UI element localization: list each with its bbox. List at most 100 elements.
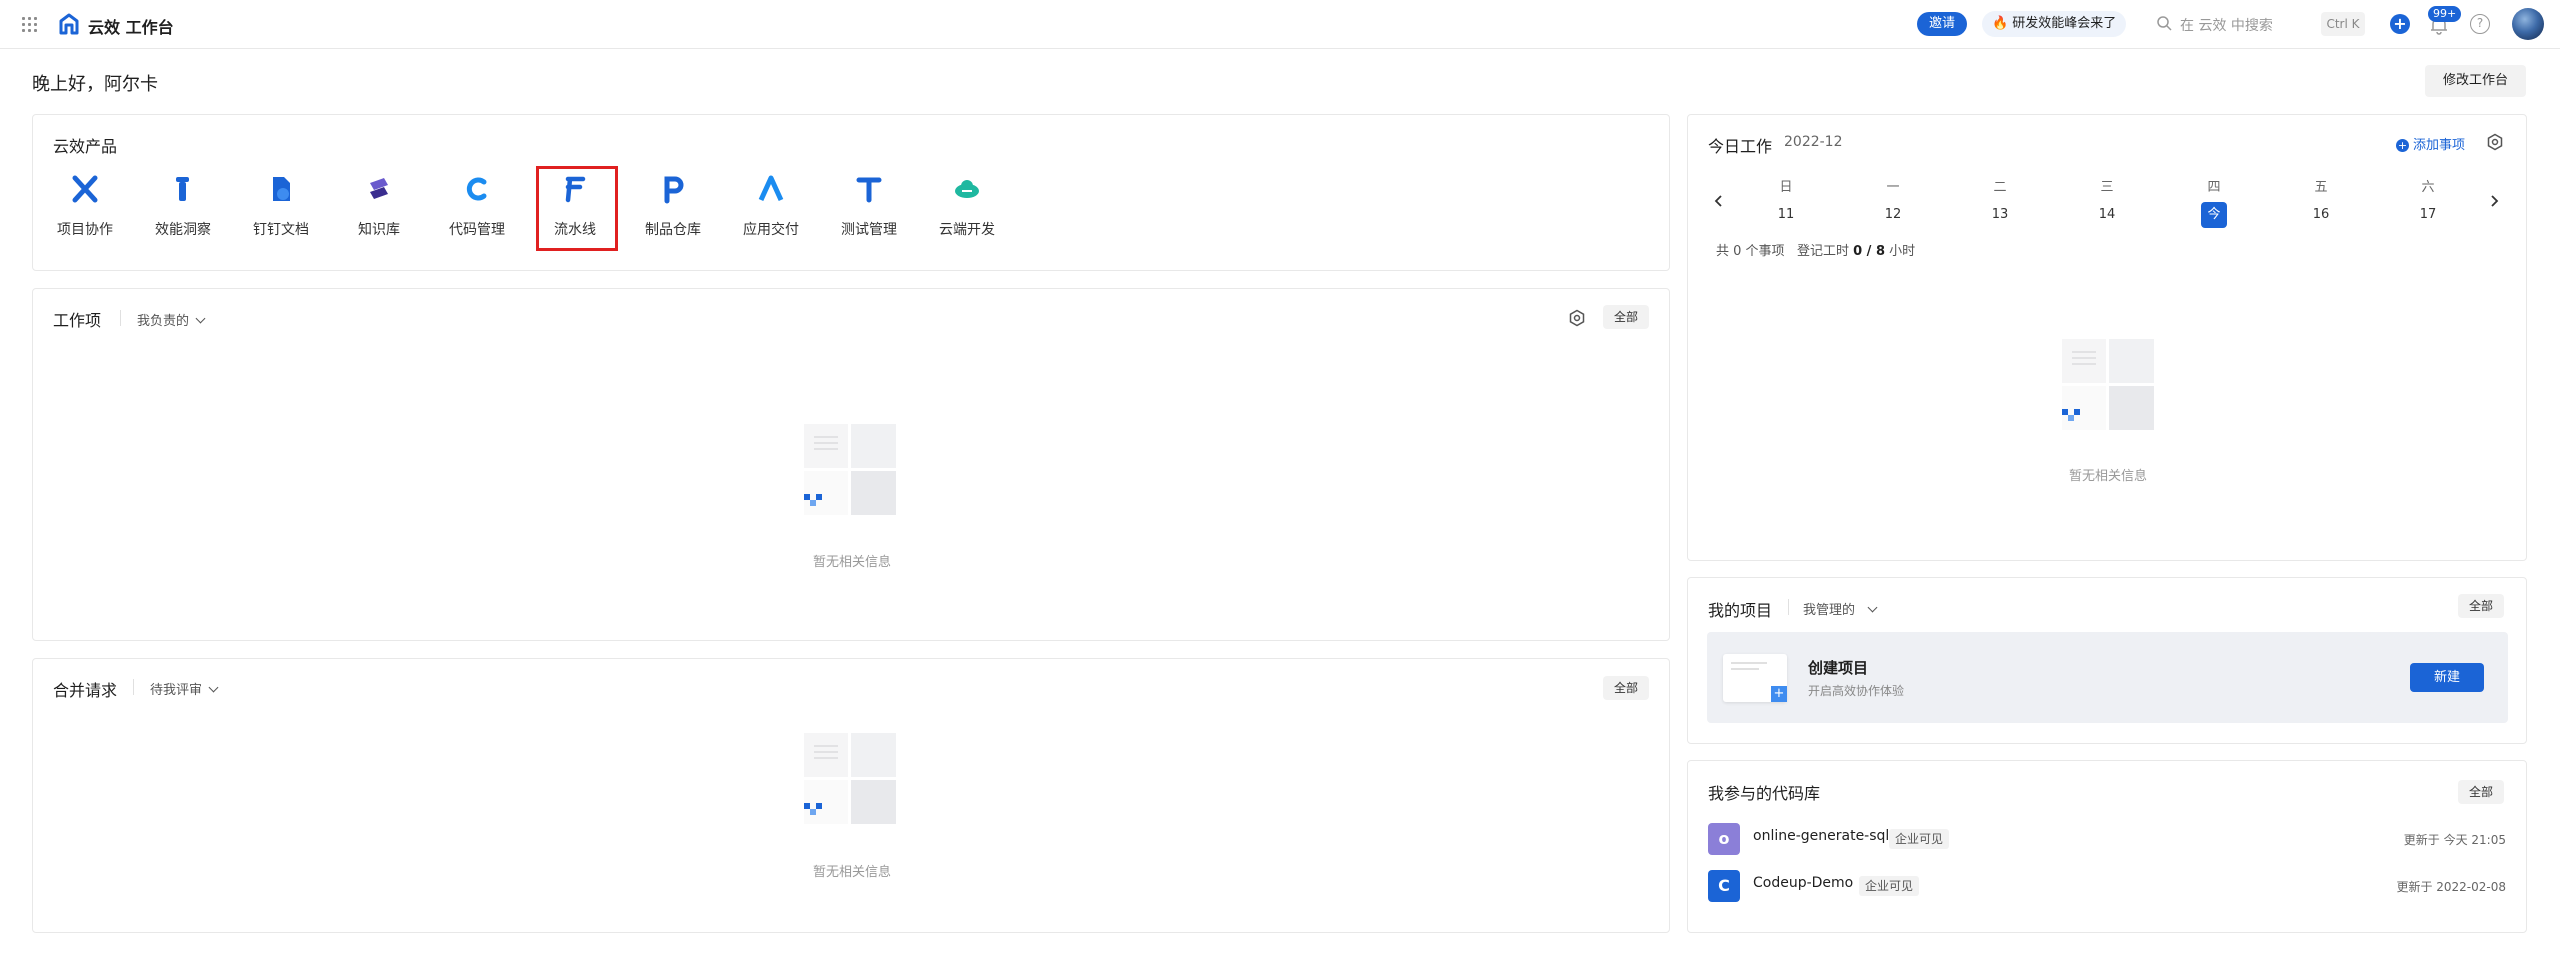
my-projects-title: 我的项目 (1708, 601, 1773, 620)
help-icon[interactable]: ? (2470, 14, 2490, 34)
chevron-down-icon (1867, 602, 1878, 613)
merge-requests-filter[interactable]: 待我评审 (150, 679, 219, 698)
chevron-left-icon[interactable] (1713, 194, 1725, 208)
product-code[interactable]: 代码管理 (437, 174, 517, 239)
repo-icon: C (1708, 870, 1740, 902)
my-projects-filter[interactable]: 我管理的 (1803, 599, 1878, 618)
empty-illustration (804, 424, 896, 524)
repos-all-button[interactable]: 全部 (2458, 780, 2504, 804)
fire-icon: 🔥 (1992, 16, 2009, 31)
promo-banner[interactable]: 🔥 研发效能峰会来了 (1982, 11, 2127, 37)
product-label: 测试管理 (841, 222, 897, 238)
merge-requests-all-button[interactable]: 全部 (1603, 676, 1649, 700)
repo-updated-time: 更新于 2022-02-08 (2396, 880, 2506, 894)
product-test[interactable]: 测试管理 (829, 174, 909, 239)
edit-workspace-button[interactable]: 修改工作台 (2425, 65, 2526, 97)
package-icon (664, 176, 684, 204)
weekday-label: 五 (2314, 180, 2328, 195)
weekday-label: 六 (2421, 180, 2435, 195)
search-placeholder: 在 云效 中搜索 (2180, 18, 2273, 34)
project-icon (72, 175, 98, 203)
add-task-label: 添加事项 (2413, 138, 2466, 153)
settings-icon[interactable] (1568, 309, 1586, 327)
calendar-date-today[interactable]: 今 (2201, 202, 2227, 228)
repo-visibility-tag: 企业可见 (1859, 876, 1920, 896)
today-month: 2022-12 (1784, 134, 1843, 150)
repo-icon: o (1708, 823, 1740, 855)
calendar-date[interactable]: 13 (1985, 207, 2015, 222)
today-empty-text: 暂无相关信息 (2068, 469, 2147, 484)
repos-title: 我参与的代码库 (1708, 784, 1821, 803)
product-label: 钉钉文档 (253, 222, 309, 238)
calendar-date[interactable]: 11 (1771, 207, 1801, 222)
code-icon (466, 177, 487, 201)
invite-button[interactable]: 邀请 (1917, 12, 1967, 36)
work-items-empty-text: 暂无相关信息 (812, 555, 891, 570)
create-project-subtitle: 开启高效协作体验 (1808, 684, 1905, 698)
hours-value: 0 / 8 (1853, 244, 1885, 259)
global-search[interactable]: 在 云效 中搜索 (2152, 11, 2342, 37)
work-items-filter[interactable]: 我负责的 (137, 310, 206, 329)
product-label: 云端开发 (939, 222, 995, 238)
insight-icon (176, 177, 189, 201)
my-projects-all-button[interactable]: 全部 (2458, 594, 2504, 618)
hours-unit: 小时 (1889, 244, 1916, 259)
product-doc[interactable]: 钉钉文档 (241, 174, 321, 239)
repo-row[interactable]: C Codeup-Demo 企业可见 更新于 2022-02-08 (1708, 870, 2514, 902)
empty-illustration (804, 733, 896, 833)
top-bar: 云效 工作台 邀请 🔥 研发效能峰会来了 在 云效 中搜索 Ctrl K + 99… (0, 0, 2560, 49)
app-grid-icon[interactable] (22, 17, 38, 33)
work-items-all-button[interactable]: 全部 (1603, 305, 1649, 329)
yunxiao-logo-icon[interactable] (58, 13, 80, 35)
product-label: 制品仓库 (645, 222, 701, 238)
product-label: 知识库 (358, 222, 400, 238)
divider (120, 310, 121, 326)
user-avatar[interactable] (2512, 8, 2544, 40)
repo-updated-time: 更新于 今天 21:05 (2403, 833, 2506, 847)
hours-label: 登记工时 (1796, 244, 1849, 259)
weekday-label: 四 (2207, 180, 2221, 195)
merge-requests-empty-text: 暂无相关信息 (812, 865, 891, 880)
weekday-label: 二 (1993, 180, 2007, 195)
repo-name: online-generate-sql (1753, 828, 1890, 844)
product-project[interactable]: 项目协作 (45, 174, 125, 239)
weekday-label: 一 (1886, 180, 1900, 195)
product-cloud-dev[interactable]: 云端开发 (927, 174, 1007, 239)
product-knowledge[interactable]: 知识库 (339, 174, 419, 239)
calendar-date[interactable]: 12 (1878, 207, 1908, 222)
search-icon (2157, 16, 2172, 31)
test-icon (856, 177, 882, 203)
weekday-label: 日 (1779, 180, 1793, 195)
today-summary: 共 0 个事项 登记工时 0 / 8 小时 (1716, 240, 1915, 259)
repo-name: Codeup-Demo (1753, 875, 1854, 891)
product-delivery[interactable]: 应用交付 (731, 174, 811, 239)
product-insight[interactable]: 效能洞察 (143, 174, 223, 239)
doc-icon (273, 177, 290, 201)
empty-illustration (2062, 339, 2154, 439)
settings-icon[interactable] (2486, 133, 2504, 151)
calendar-date[interactable]: 16 (2306, 207, 2336, 222)
work-items-title: 工作项 (53, 311, 102, 330)
chevron-down-icon (208, 682, 219, 693)
filter-label: 我负责的 (137, 314, 190, 329)
create-project-illustration: + (1723, 654, 1787, 702)
calendar-date[interactable]: 17 (2413, 207, 2443, 222)
filter-label: 待我评审 (150, 683, 203, 698)
create-plus-button[interactable]: + (2390, 14, 2410, 34)
calendar-date[interactable]: 14 (2092, 207, 2122, 222)
product-label: 代码管理 (449, 222, 505, 238)
product-package[interactable]: 制品仓库 (633, 174, 713, 239)
brand-title[interactable]: 云效 工作台 (88, 14, 174, 38)
repo-row[interactable]: o online-generate-sql 企业可见 更新于 今天 21:05 (1708, 823, 2514, 855)
chevron-right-icon[interactable] (2488, 194, 2500, 208)
plus-icon: + (2396, 139, 2409, 152)
new-project-button[interactable]: 新建 (2410, 663, 2484, 692)
today-title: 今日工作 (1708, 137, 1773, 156)
weekday-label: 三 (2100, 180, 2114, 195)
task-count: 共 0 个事项 (1716, 244, 1785, 259)
delivery-icon (758, 175, 784, 202)
product-label: 项目协作 (57, 222, 113, 238)
divider (133, 679, 134, 695)
add-task-button[interactable]: + 添加事项 (2396, 134, 2465, 153)
pipeline-highlight-box (536, 166, 618, 251)
